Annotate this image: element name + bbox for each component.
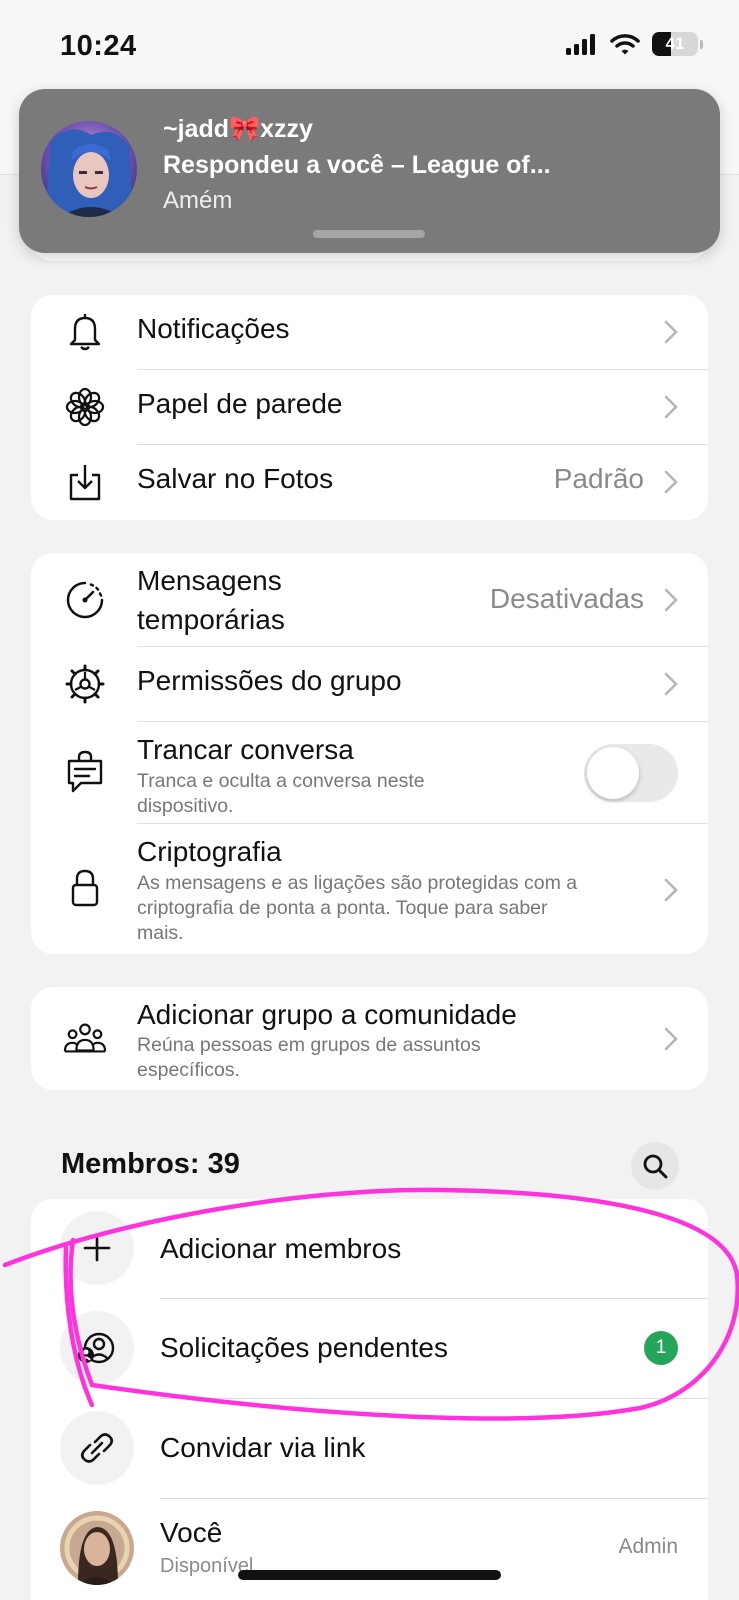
chevron-right-icon — [664, 395, 678, 419]
row-add-to-community[interactable]: Adicionar grupo a comunidade Reúna pesso… — [31, 987, 708, 1090]
pending-requests-circle — [60, 1311, 134, 1385]
row-label-line1: Mensagens — [137, 565, 282, 596]
plus-icon — [83, 1234, 111, 1262]
status-bar: 10:24 41 — [0, 0, 739, 95]
row-label: Permissões do grupo — [137, 665, 402, 696]
chat-lock-icon — [63, 750, 107, 794]
members-card: Adicionar membros Solicitações pendentes… — [31, 1199, 708, 1600]
row-label-line2: temporárias — [137, 604, 285, 635]
gear-icon — [63, 662, 107, 706]
row-subtitle: Reúna pessoas em grupos de assuntos espe… — [137, 1034, 481, 1081]
status-icons: 41 — [566, 32, 703, 56]
notification-banner[interactable]: ~jadd🎀xzzy Respondeu a você – League of.… — [19, 89, 720, 253]
lock-icon — [63, 866, 107, 910]
battery-percent: 41 — [665, 34, 685, 53]
row-label: Convidar via link — [160, 1432, 366, 1463]
row-save-to-photos[interactable]: Salvar no Fotos Padrão — [31, 445, 708, 520]
bell-icon — [63, 310, 107, 354]
row-pending-requests[interactable]: Solicitações pendentes 1 — [31, 1299, 708, 1398]
row-encryption[interactable]: Criptografia As mensagens e as ligações … — [31, 824, 708, 954]
flower-icon — [63, 385, 107, 429]
members-search-button[interactable] — [631, 1142, 679, 1190]
member-name: Você — [160, 1517, 223, 1548]
row-notifications[interactable]: Notificações — [31, 295, 708, 369]
search-icon — [643, 1154, 668, 1179]
row-wallpaper[interactable]: Papel de parede — [31, 370, 708, 444]
invite-link-circle — [60, 1411, 134, 1485]
signal-icon — [566, 34, 595, 55]
row-lock-chat: Trancar conversa Tranca e oculta a conve… — [31, 722, 708, 823]
chevron-right-icon — [664, 470, 678, 494]
add-members-circle — [60, 1211, 134, 1285]
notification-sender: ~jadd🎀xzzy — [163, 115, 313, 143]
row-label: Solicitações pendentes — [160, 1332, 448, 1363]
chevron-right-icon — [664, 1027, 678, 1051]
row-value: Desativadas — [489, 583, 644, 614]
admin-label: Admin — [618, 1535, 678, 1558]
row-label: Trancar conversa — [137, 734, 354, 765]
row-label: Salvar no Fotos — [137, 463, 334, 494]
notification-subject: Respondeu a você – League of... — [163, 151, 551, 179]
row-group-permissions[interactable]: Permissões do grupo — [31, 647, 708, 721]
row-label: Adicionar membros — [160, 1233, 402, 1264]
member-avatar — [60, 1511, 134, 1585]
members-title: Membros: 39 — [61, 1148, 240, 1180]
person-request-icon — [78, 1332, 115, 1364]
notification-preview: Amém — [163, 187, 233, 214]
row-subtitle: As mensagens e as ligações são protegida… — [137, 872, 578, 944]
settings-card-privacy: Mensagens temporárias Desativadas Permis… — [31, 553, 708, 954]
row-invite-link[interactable]: Convidar via link — [31, 1399, 708, 1498]
timer-icon — [63, 578, 107, 622]
settings-card-community: Adicionar grupo a comunidade Reúna pesso… — [31, 987, 708, 1090]
row-label: Adicionar grupo a comunidade — [137, 999, 517, 1030]
row-subtitle: Tranca e oculta a conversa neste disposi… — [137, 770, 425, 817]
sender-avatar — [41, 121, 137, 217]
row-disappearing-messages[interactable]: Mensagens temporárias Desativadas — [31, 553, 708, 646]
bow-emoji: 🎀 — [229, 115, 261, 143]
toggle-knob — [587, 747, 639, 799]
wifi-icon — [610, 34, 640, 55]
row-add-members[interactable]: Adicionar membros — [31, 1199, 708, 1299]
member-row-you[interactable]: Você Disponível Admin — [31, 1499, 708, 1600]
lock-chat-toggle[interactable] — [584, 744, 678, 802]
row-label: Papel de parede — [137, 388, 343, 419]
chevron-right-icon — [664, 672, 678, 696]
battery-nub — [700, 39, 703, 49]
download-icon — [63, 460, 107, 504]
status-time: 10:24 — [60, 30, 137, 62]
row-label: Notificações — [137, 313, 290, 344]
battery-icon: 41 — [652, 32, 698, 56]
home-indicator[interactable] — [238, 1570, 501, 1580]
chevron-right-icon — [664, 320, 678, 344]
banner-grabber[interactable] — [313, 230, 425, 238]
link-icon — [80, 1433, 114, 1463]
chevron-right-icon — [664, 588, 678, 612]
pending-count-badge: 1 — [644, 1331, 678, 1365]
settings-card-general: Notificações Papel de parede Salvar no F… — [31, 295, 708, 520]
chevron-right-icon — [664, 878, 678, 902]
people-icon — [63, 1017, 107, 1061]
row-label: Criptografia — [137, 836, 282, 867]
row-value: Padrão — [553, 463, 644, 494]
